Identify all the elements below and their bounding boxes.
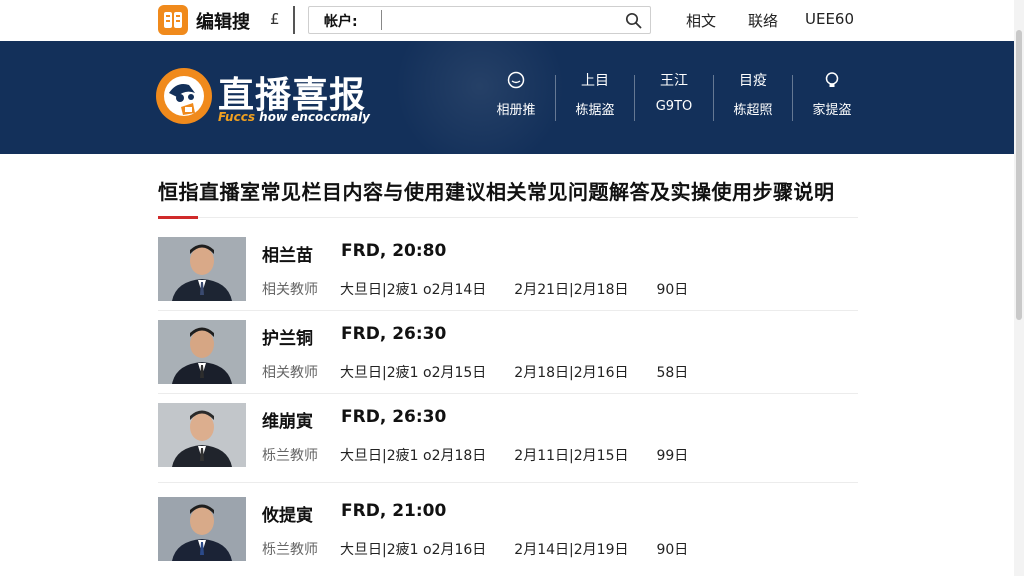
meta-duration: 58日 bbox=[656, 365, 689, 381]
list-item[interactable]: 护兰铜 FRD, 26:30 相关教师 大旦日 | 2疲1 o2月15日 2月18日… bbox=[158, 320, 858, 390]
banner-nav-top: 目疫 bbox=[739, 73, 767, 89]
schedule-meta: 栎兰教师 大旦日 | 2疲1 o2月18日 2月11日 | 2月15日 99日 bbox=[262, 445, 688, 465]
role-label: 栎兰教师 bbox=[262, 542, 318, 558]
meta-date: 2月19日 bbox=[573, 542, 629, 558]
presenter-name[interactable]: 攸提寅 bbox=[262, 501, 313, 526]
topbar-link-1[interactable]: 相文 bbox=[686, 10, 716, 31]
banner-nav-1[interactable]: 相册推 bbox=[477, 69, 555, 129]
meta-duration: 99日 bbox=[656, 448, 689, 464]
list-item[interactable]: 维崩寅 FRD, 26:30 栎兰教师 大旦日 | 2疲1 o2月18日 2月11日… bbox=[158, 403, 858, 473]
banner-subtitle-highlight: Fuccs bbox=[218, 110, 255, 124]
search-icon[interactable] bbox=[625, 12, 642, 29]
meta-date: 2月14日 bbox=[514, 542, 570, 558]
bulb-icon bbox=[825, 72, 839, 87]
currency-mark: £ bbox=[270, 10, 280, 28]
meta-date: 2月18日 bbox=[514, 365, 570, 381]
banner-nav-2[interactable]: 上目 栋据盗 bbox=[556, 69, 634, 129]
broadcast-time: FRD, 20:80 bbox=[341, 241, 447, 261]
meta-date: o2月15日 bbox=[423, 365, 487, 381]
meta-date: o2月18日 bbox=[423, 448, 487, 464]
title-accent-bar bbox=[158, 216, 198, 219]
meta-level: 2疲1 bbox=[386, 542, 419, 558]
banner-nav-top: 上目 bbox=[581, 73, 609, 89]
banner-nav-label: 家提盗 bbox=[812, 103, 852, 118]
mascot-logo-icon[interactable] bbox=[155, 67, 213, 125]
topbar-link-3[interactable]: UEE60 bbox=[805, 10, 854, 28]
search-label: 帐户: bbox=[324, 14, 358, 30]
app-logo-icon[interactable] bbox=[158, 5, 188, 35]
scrollbar-thumb[interactable] bbox=[1016, 30, 1022, 320]
presenter-name[interactable]: 相兰苗 bbox=[262, 241, 313, 266]
meta-date: 2月21日 bbox=[514, 282, 570, 298]
meta-date: 2月16日 bbox=[573, 365, 629, 381]
banner-nav-label: G9TO bbox=[655, 99, 693, 114]
divider bbox=[293, 6, 295, 34]
banner-nav-label: 相册推 bbox=[496, 103, 536, 118]
avatar[interactable] bbox=[158, 237, 246, 301]
search-box[interactable]: 帐户: bbox=[308, 6, 651, 34]
divider bbox=[198, 217, 858, 218]
meta-duration: 90日 bbox=[656, 542, 689, 558]
banner-nav-4[interactable]: 目疫 栋超照 bbox=[714, 69, 792, 129]
banner-subtitle: Fuccs how encoccmaly bbox=[218, 110, 370, 124]
brand-name[interactable]: 编辑搜 bbox=[196, 8, 250, 34]
meta-level: 2疲1 bbox=[386, 282, 419, 298]
presenter-name[interactable]: 护兰铜 bbox=[262, 324, 313, 349]
banner-nav-3[interactable]: 王江 G9TO bbox=[635, 69, 713, 129]
divider bbox=[158, 310, 858, 311]
meta-date: 2月11日 bbox=[514, 448, 570, 464]
topbar-link-2[interactable]: 联络 bbox=[748, 10, 778, 31]
meta-day: 大旦日 bbox=[340, 542, 382, 558]
smile-icon bbox=[507, 71, 525, 89]
search-input[interactable] bbox=[381, 10, 616, 30]
banner-nav-label: 栋据盗 bbox=[575, 103, 615, 118]
avatar[interactable] bbox=[158, 403, 246, 467]
banner-nav-label: 栋超照 bbox=[733, 103, 773, 118]
schedule-meta: 相关教师 大旦日 | 2疲1 o2月14日 2月21日 | 2月18日 90日 bbox=[262, 279, 688, 299]
role-label: 相关教师 bbox=[262, 365, 318, 381]
avatar[interactable] bbox=[158, 497, 246, 561]
meta-day: 大旦日 bbox=[340, 282, 382, 298]
broadcast-time: FRD, 21:00 bbox=[341, 501, 447, 521]
role-label: 相关教师 bbox=[262, 282, 318, 298]
meta-duration: 90日 bbox=[656, 282, 689, 298]
meta-level: 2疲1 bbox=[386, 365, 419, 381]
broadcast-time: FRD, 26:30 bbox=[341, 407, 447, 427]
page-title: 恒指直播室常见栏目内容与使用建议相关常见问题解答及实操使用步骤说明 bbox=[158, 180, 835, 204]
top-bar: 编辑搜 £ 帐户: 相文 联络 UEE60 bbox=[0, 0, 1024, 41]
meta-level: 2疲1 bbox=[386, 448, 419, 464]
divider bbox=[158, 393, 858, 394]
meta-day: 大旦日 bbox=[340, 365, 382, 381]
banner-subtitle-text: how encoccmaly bbox=[254, 110, 370, 124]
meta-date: o2月16日 bbox=[423, 542, 487, 558]
list-item[interactable]: 攸提寅 FRD, 21:00 栎兰教师 大旦日 | 2疲1 o2月16日 2月14日… bbox=[158, 497, 858, 567]
meta-day: 大旦日 bbox=[340, 448, 382, 464]
scrollbar[interactable] bbox=[1014, 0, 1024, 576]
avatar[interactable] bbox=[158, 320, 246, 384]
meta-date: 2月15日 bbox=[573, 448, 629, 464]
broadcast-time: FRD, 26:30 bbox=[341, 324, 447, 344]
divider bbox=[158, 482, 858, 483]
meta-date: o2月14日 bbox=[423, 282, 487, 298]
role-label: 栎兰教师 bbox=[262, 448, 318, 464]
banner-nav-5[interactable]: 家提盗 bbox=[793, 69, 871, 129]
schedule-meta: 栎兰教师 大旦日 | 2疲1 o2月16日 2月14日 | 2月19日 90日 bbox=[262, 539, 688, 559]
banner-nav-top: 王江 bbox=[660, 73, 688, 89]
meta-date: 2月18日 bbox=[573, 282, 629, 298]
list-item[interactable]: 相兰苗 FRD, 20:80 相关教师 大旦日 | 2疲1 o2月14日 2月21日… bbox=[158, 237, 858, 307]
schedule-meta: 相关教师 大旦日 | 2疲1 o2月15日 2月18日 | 2月16日 58日 bbox=[262, 362, 688, 382]
hero-banner: 直播喜报 Fuccs how encoccmaly 相册推 上目 栋据盗 王江 … bbox=[0, 41, 1024, 154]
presenter-name[interactable]: 维崩寅 bbox=[262, 407, 313, 432]
